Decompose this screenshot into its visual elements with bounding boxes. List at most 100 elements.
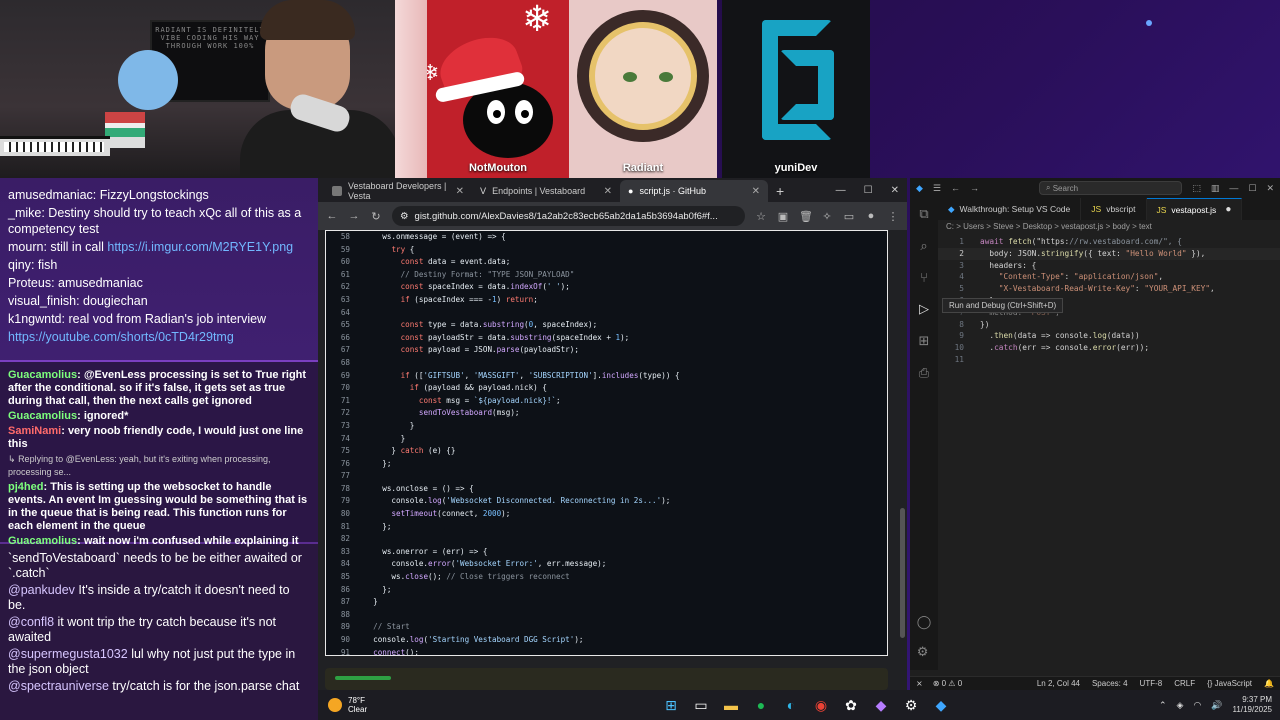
back-icon[interactable]: ←	[951, 183, 960, 193]
obs-icon[interactable]: ◆	[873, 697, 889, 714]
copilot-icon[interactable]: ⬚	[1192, 183, 1201, 194]
js-file-icon: JS	[1091, 204, 1102, 214]
remote-icon[interactable]: ⎙	[919, 365, 929, 381]
new-tab-button[interactable]: +	[768, 183, 792, 202]
code-text: const data = event.data;	[400, 257, 511, 267]
code-line[interactable]: 9 .then(data => console.log(data))	[938, 330, 1280, 342]
line-number: 71	[340, 395, 350, 405]
guest-tile-yunidev: yuniDev	[722, 0, 870, 178]
run-debug-icon[interactable]: ▷	[919, 301, 929, 317]
page-scrollbar[interactable]	[900, 508, 905, 638]
remote-status-icon[interactable]: ⨯	[916, 679, 923, 688]
chatgpt-icon[interactable]: ✿	[843, 697, 859, 714]
code-line[interactable]: 3 headers: {	[938, 260, 1280, 272]
code-line: 63 if (spaceIndex === -1) return;	[326, 294, 887, 307]
wifi-icon[interactable]: ◠	[1193, 700, 1201, 711]
back-icon[interactable]: ←	[326, 210, 338, 222]
chat-link[interactable]: https://i.imgur.com/M2RYE1Y.png	[107, 240, 293, 254]
task-view-icon[interactable]: ▭	[693, 697, 709, 714]
code-line[interactable]: 4 "Content-Type": "application/json",	[938, 271, 1280, 283]
chrome-icon[interactable]: ◉	[813, 697, 829, 714]
command-search-input[interactable]: ⌕ Search	[1039, 181, 1183, 195]
browser-tab-endpoints[interactable]: ᐯ Endpoints | Vestaboard ✕	[472, 180, 620, 202]
chat-message: @pankudev It's inside a try/catch it doe…	[8, 583, 290, 612]
account-icon[interactable]: ◯	[917, 614, 932, 630]
browser-tab-vestaboard-developers[interactable]: Vestaboard Developers | Vesta ✕	[324, 180, 472, 202]
chat-message: amusedmaniac: FizzyLongstockings	[8, 188, 209, 202]
close-window-icon[interactable]: ✕	[1266, 183, 1274, 194]
steam-icon[interactable]: ⚙	[903, 697, 919, 714]
chat-message: k1ngwntd: real vod from Radian's job int…	[8, 312, 267, 326]
code-text: const msg = `${payload.nick}!`;	[418, 395, 561, 405]
vscode-taskbar-icon[interactable]: ◆	[933, 697, 949, 714]
code-line[interactable]: 2 body: JSON.stringify({ text: "Hello Wo…	[938, 247, 1280, 260]
explorer-icon[interactable]: ⧉	[919, 206, 928, 222]
extensions-icon[interactable]: ⊞	[919, 333, 930, 349]
extension-puzzle-icon[interactable]: ✧	[821, 210, 833, 223]
menu-icon[interactable]: ☰	[933, 183, 941, 194]
close-window-icon[interactable]: ✕	[891, 185, 899, 196]
screen-cast-icon[interactable]: ▭	[843, 210, 855, 223]
language-mode[interactable]: {} JavaScript	[1207, 679, 1252, 688]
close-tab-icon[interactable]: ✕	[752, 186, 760, 197]
close-tab-icon[interactable]: ✕	[456, 186, 464, 197]
file-explorer-icon[interactable]: ▬	[723, 697, 739, 713]
windows-start-icon[interactable]: ⊞	[663, 697, 679, 714]
bookmark-star-icon[interactable]: ☆	[755, 210, 767, 223]
settings-gear-icon[interactable]: ⚙	[917, 644, 932, 660]
close-tab-icon[interactable]: ✕	[604, 186, 612, 197]
minimize-icon[interactable]: —	[836, 185, 846, 196]
encoding[interactable]: UTF-8	[1140, 679, 1163, 688]
line-number: 80	[340, 509, 350, 519]
volume-icon[interactable]: 🔊	[1211, 700, 1222, 711]
spotify-icon[interactable]: ●	[753, 697, 769, 713]
forward-icon[interactable]: →	[970, 183, 979, 193]
maximize-icon[interactable]: ☐	[1248, 183, 1256, 194]
guest-name: NotMouton	[468, 162, 528, 174]
code-line[interactable]: 5 "X-Vestaboard-Read-Write-Key": "YOUR_A…	[938, 283, 1280, 295]
trash-icon[interactable]: 🗑	[799, 210, 813, 223]
code-line: 71 const msg = `${payload.nick}!`;	[326, 395, 887, 408]
tab-vestapost-js[interactable]: JS vestapost.js ●	[1146, 198, 1243, 220]
code-text: await fetch("https://rw.vestaboard.com/"…	[980, 237, 1182, 246]
browser-tab-script-js[interactable]: ● script.js · GitHub ✕	[620, 180, 768, 202]
code-view: 58 ws.onmessage = (event) => {59 try {60…	[326, 231, 887, 655]
tray-app-icon[interactable]: ◈	[1177, 700, 1184, 711]
maximize-icon[interactable]: ☐	[864, 185, 873, 196]
forward-icon[interactable]: →	[348, 210, 360, 222]
line-number: 4	[959, 272, 964, 282]
line-number: 75	[340, 446, 350, 456]
chat-message: SamiNami: very noob friendly code, I wou…	[8, 425, 304, 450]
code-line[interactable]: 8})	[938, 319, 1280, 331]
tray-chevron-icon[interactable]: ⌃	[1159, 700, 1167, 711]
chat-message: pj4hed: This is setting up the websocket…	[8, 481, 308, 532]
weather-widget[interactable]: 78°F Clear	[318, 696, 367, 714]
chat-message: visual_finish: dougiechan	[8, 294, 148, 308]
chat-message: _mike: Destiny should try to teach xQc a…	[8, 206, 302, 236]
menu-kebab-icon[interactable]: ⋮	[887, 210, 899, 223]
minimize-icon[interactable]: —	[1229, 183, 1238, 193]
notifications-bell-icon[interactable]: 🔔	[1264, 679, 1274, 688]
source-control-icon[interactable]: ⑂	[920, 270, 928, 285]
chat-message: Guacamolius: @EvenLess processing is set…	[8, 369, 307, 407]
reload-icon[interactable]: ↻	[370, 210, 382, 223]
extension-icon[interactable]: ▣	[777, 210, 789, 223]
breadcrumb[interactable]: C: > Users > Steve > Desktop > vestapost…	[946, 222, 1152, 231]
code-line[interactable]: 1 await fetch("https://rw.vestaboard.com/…	[938, 236, 1280, 248]
layout-icon[interactable]: ▥	[1211, 183, 1220, 194]
profile-avatar-icon[interactable]: ●	[865, 210, 877, 222]
line-ending[interactable]: CRLF	[1174, 679, 1195, 688]
tab-walkthrough[interactable]: ◆ Walkthrough: Setup VS Code	[938, 198, 1082, 220]
chat-link[interactable]: https://youtube.com/shorts/0cTD4r29tmg	[8, 330, 234, 344]
problems-count[interactable]: ⊗ 0 ⚠ 0	[933, 679, 962, 688]
search-icon[interactable]: ⌕	[920, 238, 927, 254]
url-bar[interactable]: ⚙ gist.github.com/AlexDavies8/1a2ab2c83ec…	[392, 206, 745, 226]
indentation[interactable]: Spaces: 4	[1092, 679, 1128, 688]
clock[interactable]: 9:37 PM 11/19/2025	[1233, 695, 1272, 715]
code-line[interactable]: 11	[938, 354, 1280, 366]
tab-vbscript[interactable]: JS vbscript	[1081, 198, 1147, 220]
cursor-position[interactable]: Ln 2, Col 44	[1037, 679, 1080, 688]
code-line[interactable]: 10 .catch(err => console.error(err));	[938, 342, 1280, 354]
code-text: if (spaceIndex === -1) return;	[400, 294, 538, 304]
edge-icon[interactable]: ◐	[783, 697, 799, 713]
